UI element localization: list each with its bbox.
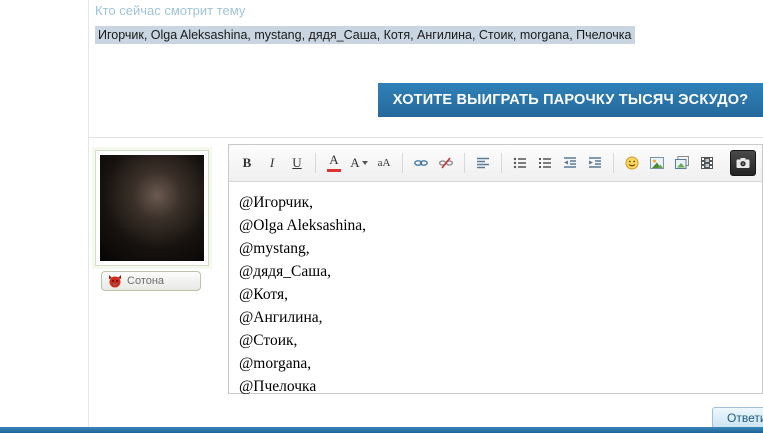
toolbar-divider bbox=[464, 153, 465, 173]
editor-line: @Olga Aleksashina, bbox=[239, 214, 752, 237]
outdent-icon bbox=[562, 155, 578, 171]
editor-line: @mystang, bbox=[239, 237, 752, 260]
promo-banner[interactable]: ХОТИТЕ ВЫИГРАТЬ ПАРОЧКУ ТЫСЯЧ ЭСКУДО? bbox=[378, 83, 763, 117]
editor-line: @Игорчик, bbox=[239, 191, 752, 214]
bold-button[interactable]: B bbox=[235, 151, 259, 175]
bullet-list-button[interactable] bbox=[508, 151, 532, 175]
viewers-usernames[interactable]: Игорчик, Olga Aleksashina, mystang, дядя… bbox=[95, 26, 635, 44]
reply-editor: B I U A A aA bbox=[228, 144, 763, 394]
reply-button[interactable]: Ответить bbox=[712, 407, 763, 428]
separator-line bbox=[89, 137, 763, 138]
chain-link-icon bbox=[413, 155, 429, 171]
italic-button[interactable]: I bbox=[260, 151, 284, 175]
toolbar-divider bbox=[402, 153, 403, 173]
camera-button[interactable] bbox=[730, 150, 756, 176]
film-strip-icon bbox=[699, 155, 715, 171]
underline-button[interactable]: U bbox=[285, 151, 309, 175]
viewers-header: Кто сейчас смотрит тему bbox=[95, 3, 245, 18]
emoticon-button[interactable] bbox=[620, 151, 644, 175]
editor-line: @morgana, bbox=[239, 352, 752, 375]
indent-button[interactable] bbox=[583, 151, 607, 175]
avatar bbox=[100, 155, 204, 261]
insert-media-button[interactable] bbox=[670, 151, 694, 175]
numbered-list-icon bbox=[537, 155, 553, 171]
editor-line: @Котя, bbox=[239, 283, 752, 306]
bottom-bar bbox=[0, 427, 763, 433]
insert-film-button[interactable] bbox=[695, 151, 719, 175]
unlink-button[interactable] bbox=[434, 151, 458, 175]
devil-smiley-icon bbox=[108, 274, 122, 288]
left-gutter bbox=[0, 0, 89, 433]
insert-image-button[interactable] bbox=[645, 151, 669, 175]
outdent-button[interactable] bbox=[558, 151, 582, 175]
smiley-face-icon bbox=[624, 155, 640, 171]
layered-images-icon bbox=[674, 155, 690, 171]
align-left-icon bbox=[475, 155, 491, 171]
viewers-list: Игорчик, Olga Aleksashina, mystang, дядя… bbox=[95, 28, 635, 42]
case-toggle-button[interactable]: aA bbox=[372, 151, 396, 175]
link-button[interactable] bbox=[409, 151, 433, 175]
editor-toolbar: B I U A A aA bbox=[229, 145, 762, 182]
toolbar-divider bbox=[501, 153, 502, 173]
picture-icon bbox=[649, 155, 665, 171]
editor-line: @Ангилина, bbox=[239, 306, 752, 329]
avatar-frame bbox=[95, 150, 209, 266]
editor-line: @Стоик, bbox=[239, 329, 752, 352]
editor-line: @Пчелочка bbox=[239, 375, 752, 396]
numbered-list-button[interactable] bbox=[533, 151, 557, 175]
camera-icon bbox=[735, 155, 751, 171]
toolbar-divider bbox=[315, 153, 316, 173]
indent-icon bbox=[587, 155, 603, 171]
chevron-down-icon bbox=[362, 161, 368, 165]
user-badge: Сотона bbox=[101, 271, 201, 291]
bullet-list-icon bbox=[512, 155, 528, 171]
text-color-button[interactable]: A bbox=[322, 151, 346, 175]
badge-label: Сотона bbox=[127, 275, 164, 287]
toolbar-divider bbox=[613, 153, 614, 173]
editor-line: @дядя_Саша, bbox=[239, 260, 752, 283]
forum-page: Кто сейчас смотрит тему Игорчик, Olga Al… bbox=[0, 0, 763, 433]
font-size-button[interactable]: A bbox=[347, 151, 371, 175]
align-left-button[interactable] bbox=[471, 151, 495, 175]
broken-chain-link-icon bbox=[438, 155, 454, 171]
editor-text-area[interactable]: @Игорчик,@Olga Aleksashina,@mystang,@дяд… bbox=[229, 182, 762, 396]
